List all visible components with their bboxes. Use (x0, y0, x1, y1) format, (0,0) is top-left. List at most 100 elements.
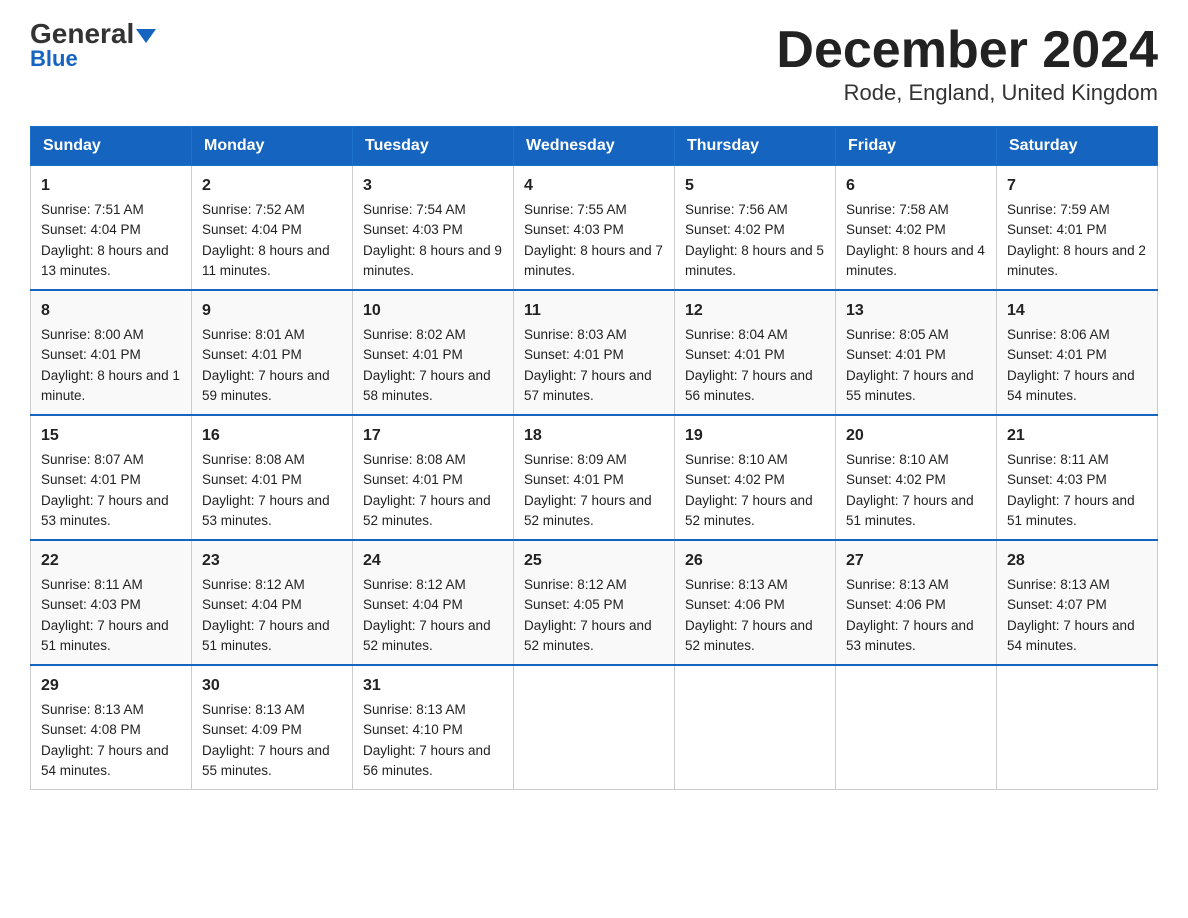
calendar-cell: 27Sunrise: 8:13 AMSunset: 4:06 PMDayligh… (836, 540, 997, 665)
daylight-text: Daylight: 7 hours and 52 minutes. (685, 493, 813, 528)
calendar-cell (997, 665, 1158, 790)
daylight-text: Daylight: 7 hours and 54 minutes. (1007, 618, 1135, 653)
day-number: 24 (363, 549, 503, 573)
week-row-2: 8 Sunrise: 8:00 AM Sunset: 4:01 PM Daylight… (31, 290, 1158, 415)
day-number: 3 (363, 174, 503, 198)
sunrise-text: Sunrise: 8:11 AM (41, 577, 143, 592)
sunset-text: Sunset: 4:03 PM (363, 222, 463, 237)
calendar-cell: 21Sunrise: 8:11 AMSunset: 4:03 PMDayligh… (997, 415, 1158, 540)
sunset-text: Sunset: 4:06 PM (685, 597, 785, 612)
calendar-cell: 29Sunrise: 8:13 AMSunset: 4:08 PMDayligh… (31, 665, 192, 790)
daylight-text: Daylight: 7 hours and 56 minutes. (363, 743, 491, 778)
week-row-4: 22Sunrise: 8:11 AMSunset: 4:03 PMDayligh… (31, 540, 1158, 665)
sunset-text: Sunset: 4:01 PM (202, 347, 302, 362)
col-header-wednesday: Wednesday (514, 127, 675, 166)
col-header-sunday: Sunday (31, 127, 192, 166)
sunrise-text: Sunrise: 8:01 AM (202, 327, 305, 342)
col-header-thursday: Thursday (675, 127, 836, 166)
sunrise-text: Sunrise: 7:56 AM (685, 202, 788, 217)
sunset-text: Sunset: 4:01 PM (846, 347, 946, 362)
daylight-text: Daylight: 7 hours and 52 minutes. (685, 618, 813, 653)
sunset-text: Sunset: 4:01 PM (363, 347, 463, 362)
day-number: 6 (846, 174, 986, 198)
sunrise-text: Sunrise: 8:07 AM (41, 452, 144, 467)
daylight-text: Daylight: 8 hours and 2 minutes. (1007, 243, 1146, 278)
sunset-text: Sunset: 4:02 PM (685, 222, 785, 237)
day-number: 17 (363, 424, 503, 448)
daylight-text: Daylight: 7 hours and 52 minutes. (524, 618, 652, 653)
sunset-text: Sunset: 4:03 PM (524, 222, 624, 237)
sunrise-text: Sunrise: 8:13 AM (41, 702, 144, 717)
daylight-text: Daylight: 7 hours and 54 minutes. (1007, 368, 1135, 403)
sunrise-text: Sunrise: 7:51 AM (41, 202, 144, 217)
calendar-body: 1 Sunrise: 7:51 AM Sunset: 4:04 PM Daylight… (31, 166, 1158, 790)
week-row-3: 15 Sunrise: 8:07 AM Sunset: 4:01 PM Dayligh… (31, 415, 1158, 540)
sunrise-text: Sunrise: 8:03 AM (524, 327, 627, 342)
sunset-text: Sunset: 4:04 PM (202, 597, 302, 612)
sunrise-text: Sunrise: 8:06 AM (1007, 327, 1110, 342)
day-number: 28 (1007, 549, 1147, 573)
sunrise-text: Sunrise: 8:13 AM (363, 702, 466, 717)
page-subtitle: Rode, England, United Kingdom (776, 80, 1158, 106)
header-row: SundayMondayTuesdayWednesdayThursdayFrid… (31, 127, 1158, 166)
sunrise-text: Sunrise: 7:54 AM (363, 202, 466, 217)
day-number: 8 (41, 299, 181, 323)
calendar-cell: 19Sunrise: 8:10 AMSunset: 4:02 PMDayligh… (675, 415, 836, 540)
daylight-text: Daylight: 8 hours and 7 minutes. (524, 243, 663, 278)
sunrise-text: Sunrise: 8:10 AM (685, 452, 788, 467)
col-header-friday: Friday (836, 127, 997, 166)
daylight-text: Daylight: 7 hours and 57 minutes. (524, 368, 652, 403)
day-number: 25 (524, 549, 664, 573)
day-number: 14 (1007, 299, 1147, 323)
daylight-text: Daylight: 7 hours and 53 minutes. (41, 493, 169, 528)
sunset-text: Sunset: 4:01 PM (363, 472, 463, 487)
sunset-text: Sunset: 4:01 PM (524, 472, 624, 487)
sunset-text: Sunset: 4:01 PM (41, 472, 141, 487)
calendar-cell: 30Sunrise: 8:13 AMSunset: 4:09 PMDayligh… (192, 665, 353, 790)
calendar-cell: 28Sunrise: 8:13 AMSunset: 4:07 PMDayligh… (997, 540, 1158, 665)
day-number: 21 (1007, 424, 1147, 448)
calendar-cell: 1Sunrise: 7:51 AMSunset: 4:04 PMDaylight… (31, 166, 192, 291)
sunrise-text: Sunrise: 8:10 AM (846, 452, 949, 467)
calendar-cell: 16Sunrise: 8:08 AMSunset: 4:01 PMDayligh… (192, 415, 353, 540)
calendar-cell: 13Sunrise: 8:05 AMSunset: 4:01 PMDayligh… (836, 290, 997, 415)
sunrise-text: Sunrise: 8:12 AM (202, 577, 305, 592)
day-number: 22 (41, 549, 181, 573)
sunrise-text: Sunrise: 8:09 AM (524, 452, 627, 467)
calendar-cell: 23Sunrise: 8:12 AMSunset: 4:04 PMDayligh… (192, 540, 353, 665)
calendar-cell: 9Sunrise: 8:01 AMSunset: 4:01 PMDaylight… (192, 290, 353, 415)
sunrise-text: Sunrise: 8:13 AM (685, 577, 788, 592)
day-number: 30 (202, 674, 342, 698)
day-number: 16 (202, 424, 342, 448)
page-title: December 2024 (776, 20, 1158, 80)
sunset-text: Sunset: 4:07 PM (1007, 597, 1107, 612)
sunrise-text: Sunrise: 8:08 AM (363, 452, 466, 467)
calendar-cell: 15 Sunrise: 8:07 AM Sunset: 4:01 PM Dayligh… (31, 415, 192, 540)
sunset-text: Sunset: 4:04 PM (202, 222, 302, 237)
sunset-text: Sunset: 4:02 PM (846, 222, 946, 237)
calendar-cell (836, 665, 997, 790)
col-header-tuesday: Tuesday (353, 127, 514, 166)
calendar-cell: 6Sunrise: 7:58 AMSunset: 4:02 PMDaylight… (836, 166, 997, 291)
calendar-cell: 26 Sunrise: 8:13 AM Sunset: 4:06 PM Dayligh… (675, 540, 836, 665)
sunset-text: Sunset: 4:04 PM (41, 222, 141, 237)
sunrise-text: Sunrise: 7:55 AM (524, 202, 627, 217)
daylight-text: Daylight: 8 hours and 11 minutes. (202, 243, 330, 278)
day-number: 7 (1007, 174, 1147, 198)
sunset-text: Sunset: 4:10 PM (363, 722, 463, 737)
day-number: 15 (41, 424, 181, 448)
daylight-text: Daylight: 8 hours and 4 minutes. (846, 243, 985, 278)
calendar-cell: 2Sunrise: 7:52 AMSunset: 4:04 PMDaylight… (192, 166, 353, 291)
daylight-text: Daylight: 7 hours and 52 minutes. (363, 493, 491, 528)
day-number: 26 (685, 549, 825, 573)
sunset-text: Sunset: 4:06 PM (846, 597, 946, 612)
day-number: 18 (524, 424, 664, 448)
daylight-text: Daylight: 7 hours and 51 minutes. (1007, 493, 1135, 528)
day-number: 10 (363, 299, 503, 323)
sunset-text: Sunset: 4:03 PM (1007, 472, 1107, 487)
day-number: 1 (41, 174, 181, 198)
week-row-1: 1 Sunrise: 7:51 AM Sunset: 4:04 PM Daylight… (31, 166, 1158, 291)
sunrise-text: Sunrise: 8:00 AM (41, 327, 144, 342)
title-block: December 2024 Rode, England, United King… (776, 20, 1158, 106)
calendar-cell (675, 665, 836, 790)
